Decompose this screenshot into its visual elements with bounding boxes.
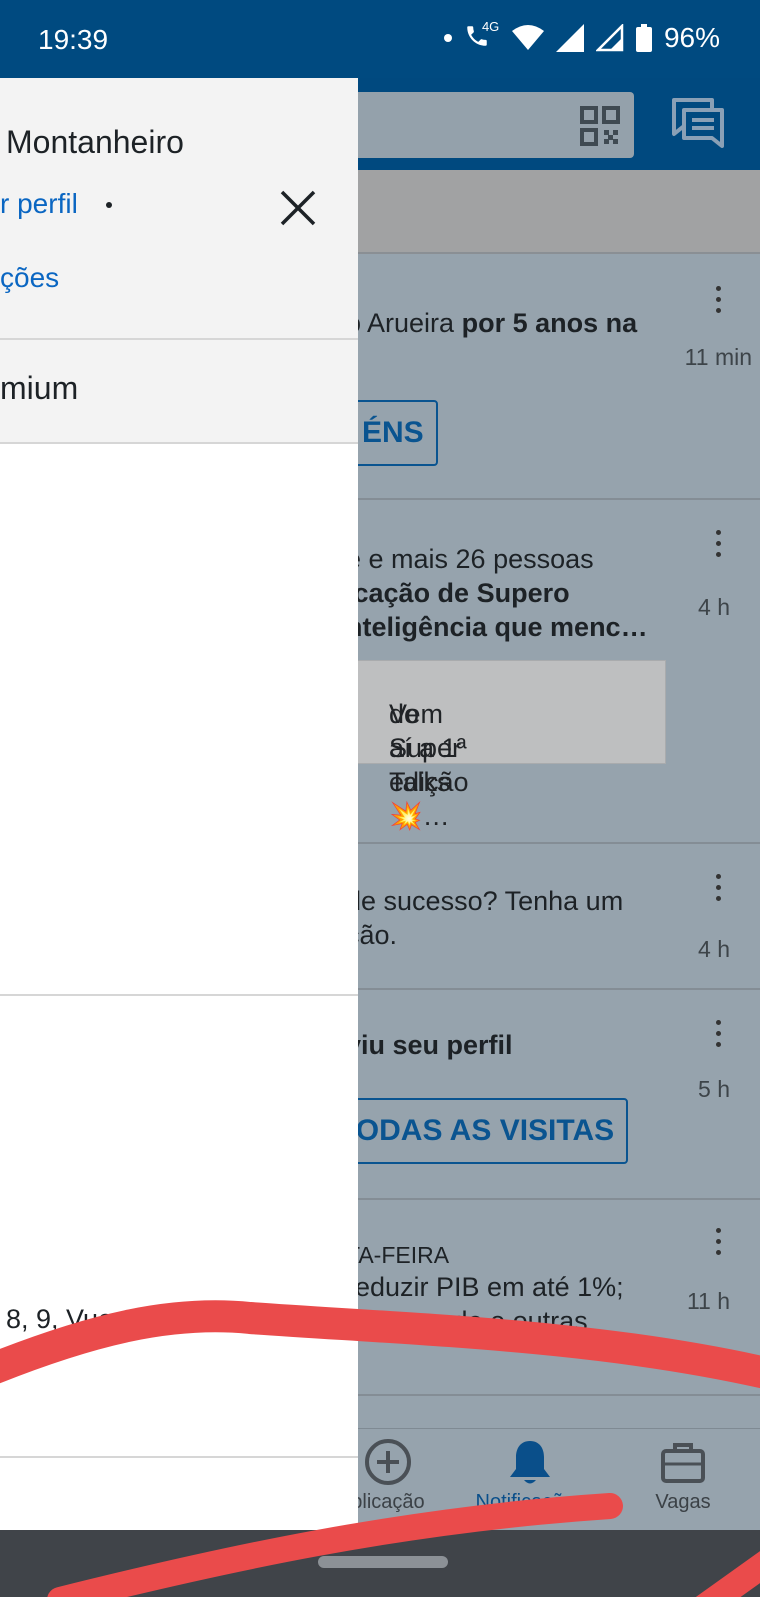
status-bar: 19:39 4G 96%: [0, 0, 760, 78]
premium-item[interactable]: mium: [0, 340, 358, 444]
notification-text: o Arueira por 5 anos na: [346, 308, 638, 338]
status-icons: 4G 96%: [443, 19, 720, 54]
notification-text-line2: icação de Supero: [346, 578, 570, 608]
nav-jobs[interactable]: Vagas: [640, 1437, 726, 1514]
bell-icon: [468, 1437, 592, 1487]
more-options-icon[interactable]: [716, 874, 722, 907]
drawer-profile-header: Montanheiro r perfil ções: [0, 78, 358, 340]
post-preview-card[interactable]: Vem aí a 1ª edição do Super Talks 💥…: [356, 660, 666, 831]
messages-icon[interactable]: [670, 96, 726, 155]
notification-dot-icon: [443, 34, 452, 42]
notification-time: 11 min: [684, 344, 752, 370]
network-label: 4G: [481, 19, 500, 34]
qr-code-icon[interactable]: [580, 106, 620, 151]
notification-text-line1: de sucesso? Tenha um: [346, 886, 624, 916]
close-icon[interactable]: [278, 188, 318, 228]
more-options-icon[interactable]: [716, 1228, 722, 1261]
notification-time: 5 h: [698, 1076, 730, 1102]
notification-text-line1: TA-FEIRA: [346, 1242, 450, 1268]
side-drawer: Montanheiro r perfil ções mium 8, 9, Vue…: [0, 78, 358, 1530]
notification-text-line3: nteligência que menc…: [346, 612, 648, 642]
call-4g-icon: 4G: [464, 19, 500, 53]
more-options-icon[interactable]: [716, 530, 722, 563]
notification-text-line1: e e mais 26 pessoas: [346, 544, 594, 574]
group-item-text[interactable]: 8, 9, Vue, JS, React, L: [6, 1304, 275, 1335]
battery-percent: 96%: [663, 22, 720, 53]
nav-notifications[interactable]: Notificações: [468, 1437, 592, 1514]
notification-time: 4 h: [698, 936, 730, 962]
profile-name: Montanheiro: [6, 124, 184, 160]
nav-jobs-label: Vagas: [655, 1491, 711, 1513]
signal-partial-icon: [595, 24, 624, 52]
home-gesture-pill[interactable]: [318, 1556, 448, 1568]
battery-icon: [635, 24, 652, 52]
wifi-icon: [511, 25, 544, 51]
nav-notifications-label: Notificações: [475, 1491, 585, 1513]
status-time: 19:39: [38, 24, 109, 55]
notification-text-line2: reduzir PIB em até 1%;: [346, 1272, 624, 1302]
notification-time: 4 h: [698, 594, 730, 620]
notification-text-line1: viu seu perfil: [346, 1030, 513, 1060]
separator-dot: [106, 202, 112, 208]
drawer-divider: [0, 994, 358, 996]
notification-text-line3: nto recorde e outras: [346, 1306, 588, 1336]
see-all-visits-button[interactable]: TODAS AS VISITAS: [320, 1098, 629, 1164]
nav-post-label: plicação: [351, 1491, 425, 1513]
briefcase-icon: [640, 1437, 726, 1487]
notification-time: 11 h: [686, 1288, 730, 1314]
more-options-icon[interactable]: [716, 1020, 722, 1053]
signal-full-icon: [555, 24, 584, 52]
settings-link[interactable]: ções: [0, 262, 59, 294]
drawer-divider: [0, 1456, 358, 1458]
more-options-icon[interactable]: [716, 286, 722, 319]
premium-label: mium: [0, 370, 79, 406]
view-profile-link[interactable]: r perfil: [0, 188, 78, 220]
search-bar[interactable]: [340, 92, 634, 158]
